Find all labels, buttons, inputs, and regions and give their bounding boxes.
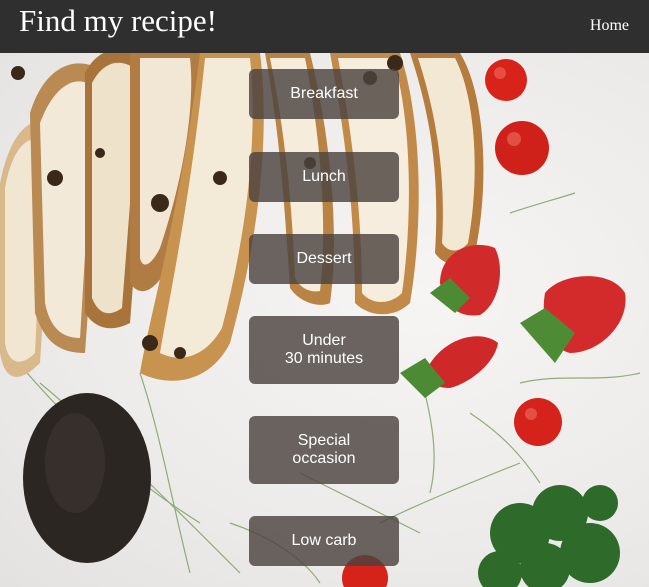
breakfast-label: Breakfast xyxy=(290,85,358,102)
low-carb-button[interactable]: Low carb xyxy=(249,516,399,566)
lunch-label: Lunch xyxy=(302,168,346,185)
dessert-label: Dessert xyxy=(296,250,352,267)
strawberries xyxy=(400,244,626,398)
home-link[interactable]: Home xyxy=(590,17,629,35)
bread-slices xyxy=(0,53,484,381)
top-navigation-bar: Find my recipe! Home xyxy=(0,0,649,53)
breakfast-button[interactable]: Breakfast xyxy=(249,69,399,119)
avocado xyxy=(23,393,151,563)
dessert-button[interactable]: Dessert xyxy=(249,234,399,284)
kale xyxy=(478,485,620,587)
under-30-minutes-label: Under 30 minutes xyxy=(284,332,364,367)
special-occasion-label: Special occasion xyxy=(292,432,356,467)
low-carb-label: Low carb xyxy=(291,532,357,549)
site-title: Find my recipe! xyxy=(19,3,218,38)
under-30-minutes-button[interactable]: Under 30 minutes xyxy=(249,316,399,384)
special-occasion-button[interactable]: Special occasion xyxy=(249,416,399,484)
lunch-button[interactable]: Lunch xyxy=(249,152,399,202)
